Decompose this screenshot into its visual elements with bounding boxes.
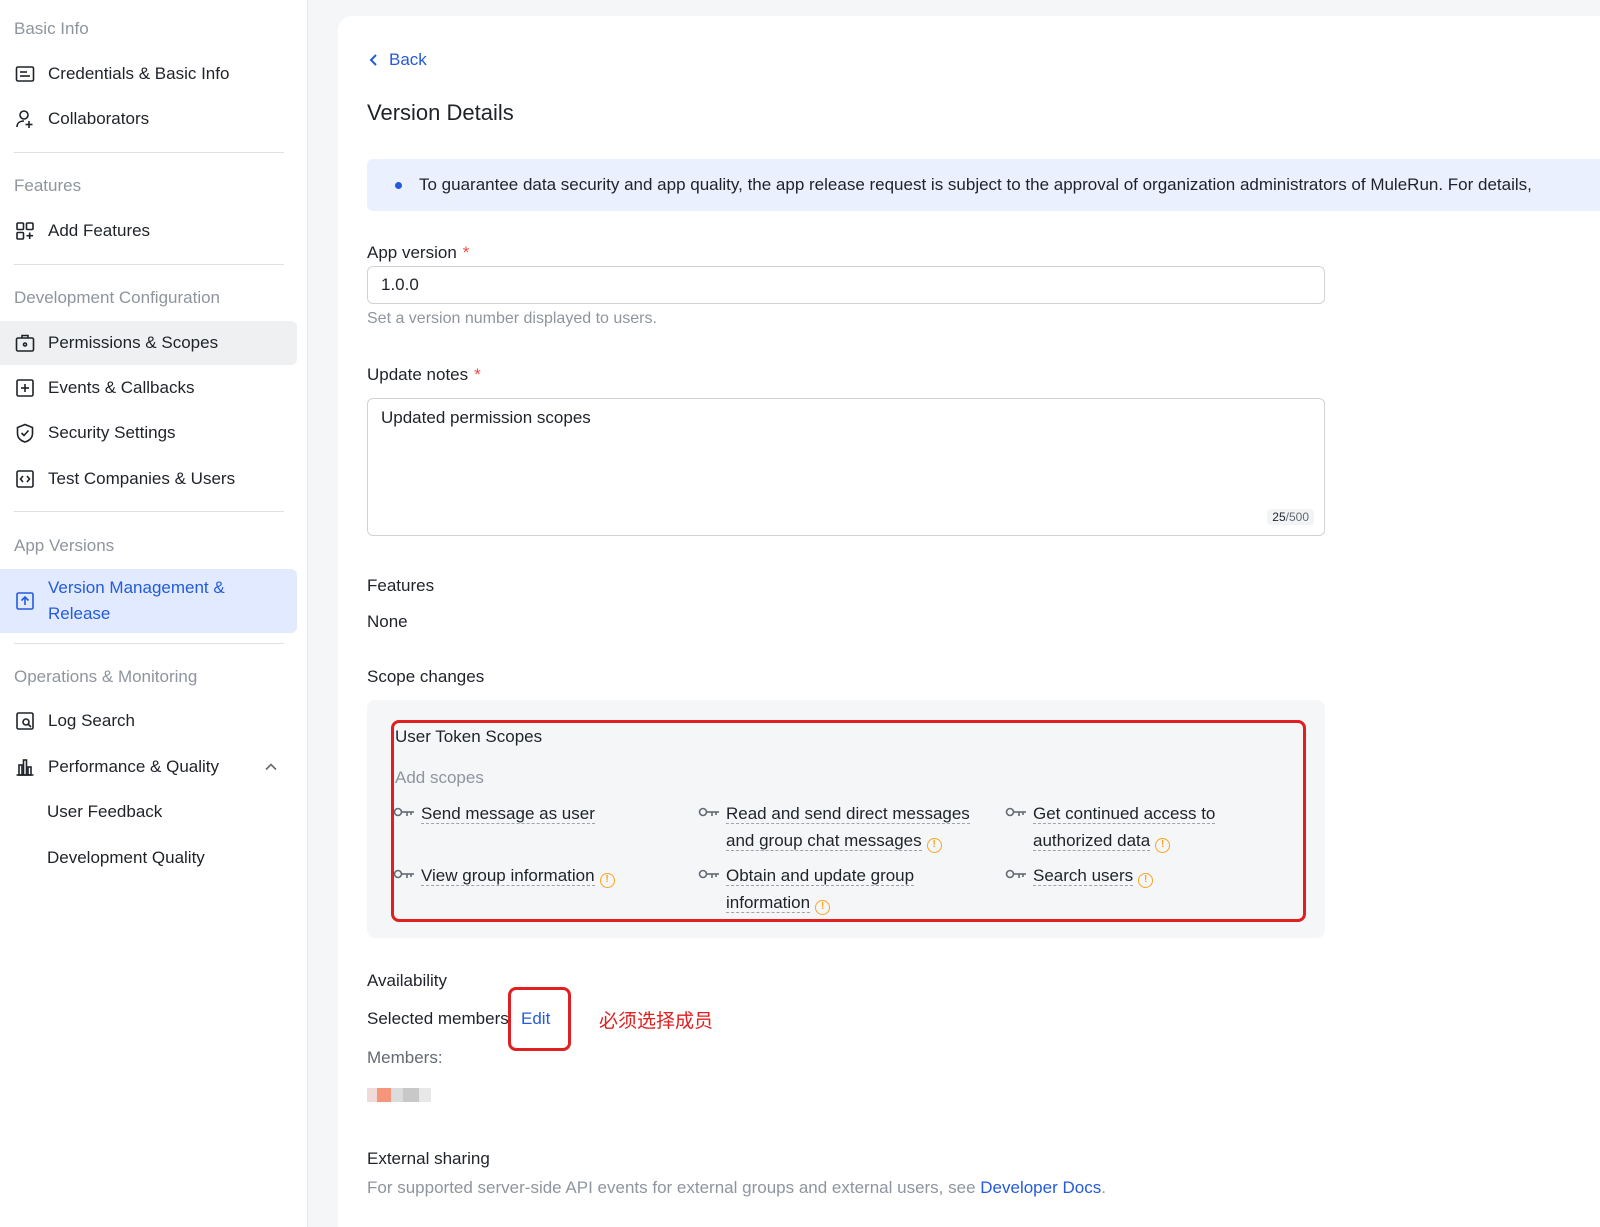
sidebar-item-credentials[interactable]: Credentials & Basic Info: [0, 52, 297, 96]
external-sharing-label: External sharing: [367, 1149, 490, 1168]
bar-chart-icon: [14, 756, 36, 778]
sidebar-item-collaborators[interactable]: Collaborators: [0, 97, 297, 141]
sidebar-item-permissions[interactable]: Permissions & Scopes: [0, 321, 297, 365]
chevron-up-icon[interactable]: [263, 759, 279, 775]
page-title: Version Details: [367, 100, 514, 125]
back-link[interactable]: Back: [367, 50, 427, 70]
update-notes-label-text: Update notes: [367, 365, 469, 384]
notice-text: To guarantee data security and app quali…: [419, 175, 1532, 194]
app-version-value: 1.0.0: [381, 275, 419, 294]
divider: [14, 152, 284, 153]
char-count: 25: [1272, 510, 1286, 524]
chevron-left-icon: [369, 54, 377, 66]
features-label: Features: [367, 576, 435, 595]
upload-box-icon: [14, 590, 36, 612]
user-add-icon: [14, 108, 36, 130]
features-value: None: [367, 612, 408, 631]
external-sharing-help-text: For supported server-side API events for…: [367, 1178, 981, 1197]
app-grid-plus-icon: [14, 220, 36, 242]
sidebar-item-label: Version Management & Release: [48, 578, 225, 623]
sidebar-item-label: Security Settings: [48, 423, 176, 442]
divider: [14, 643, 284, 644]
back-label: Back: [389, 50, 427, 69]
external-sharing-help-suffix: .: [1101, 1178, 1106, 1197]
sidebar-item-label: Collaborators: [48, 109, 150, 128]
sidebar-item-log-search[interactable]: Log Search: [0, 699, 297, 743]
annotation-frame-scopes: [391, 720, 1306, 922]
sidebar-item-development-quality[interactable]: Development Quality: [47, 848, 205, 868]
update-notes-textarea[interactable]: Updated permission scopes 25/500: [367, 398, 1325, 536]
sidebar-item-label: Add Features: [48, 221, 151, 240]
sidebar-item-label: Events & Callbacks: [48, 378, 195, 397]
avatar: [367, 1076, 435, 1114]
required-mark: *: [474, 365, 481, 384]
code-box-icon: [14, 468, 36, 490]
developer-docs-link[interactable]: Developer Docs: [980, 1178, 1101, 1197]
sidebar-item-performance[interactable]: Performance & Quality: [0, 745, 297, 789]
section-title-app-versions: App Versions: [14, 536, 115, 555]
update-notes-value: Updated permission scopes: [381, 408, 591, 427]
update-notes-label: Update notes *: [367, 365, 481, 385]
sidebar-item-label: Permissions & Scopes: [48, 333, 219, 352]
required-mark: *: [462, 243, 470, 262]
annotation-note: 必须选择成员: [599, 1010, 714, 1032]
section-title-basic-info: Basic Info: [14, 19, 89, 38]
section-title-development-configuration: Development Configuration: [14, 288, 221, 307]
log-search-icon: [14, 710, 36, 732]
app-version-input[interactable]: 1.0.0: [367, 266, 1325, 304]
sidebar-item-security[interactable]: Security Settings: [0, 411, 297, 455]
selected-members-text: Selected members: [367, 1009, 509, 1028]
char-counter: 25/500: [1267, 509, 1314, 525]
shield-icon: [14, 422, 36, 444]
app-version-label-text: App version: [367, 243, 457, 262]
sidebar-item-version-management[interactable]: Version Management & Release: [0, 569, 297, 633]
sidebar-item-label: Test Companies & Users: [48, 469, 236, 488]
sidebar-item-user-feedback[interactable]: User Feedback: [47, 802, 162, 822]
briefcase-lock-icon: [14, 332, 36, 354]
sidebar-item-test-companies[interactable]: Test Companies & Users: [0, 457, 297, 501]
app-version-label: App version *: [367, 243, 469, 263]
sidebar-item-label: Performance & Quality: [48, 757, 220, 776]
sidebar-item-add-features[interactable]: Add Features: [0, 209, 297, 253]
external-sharing-help: For supported server-side API events for…: [367, 1178, 1106, 1198]
approval-notice: To guarantee data security and app quali…: [367, 159, 1600, 211]
sidebar-item-label: Credentials & Basic Info: [48, 64, 230, 83]
divider: [14, 511, 284, 512]
members-label: Members:: [367, 1048, 443, 1067]
sidebar: Basic Info Credentials & Basic Info Coll…: [0, 0, 308, 1227]
section-title-operations: Operations & Monitoring: [14, 667, 198, 686]
sidebar-item-events[interactable]: Events & Callbacks: [0, 366, 297, 410]
availability-label: Availability: [367, 971, 448, 990]
char-max: /500: [1285, 510, 1309, 524]
bullet-dot: [395, 181, 402, 189]
sidebar-item-label: Log Search: [48, 711, 135, 730]
scope-changes-label: Scope changes: [367, 667, 485, 686]
id-card-icon: [14, 63, 36, 85]
event-plus-icon: [14, 377, 36, 399]
annotation-frame-edit: [508, 987, 571, 1051]
section-title-features: Features: [14, 176, 82, 195]
divider: [14, 264, 284, 265]
app-version-help: Set a version number displayed to users.: [367, 310, 657, 327]
